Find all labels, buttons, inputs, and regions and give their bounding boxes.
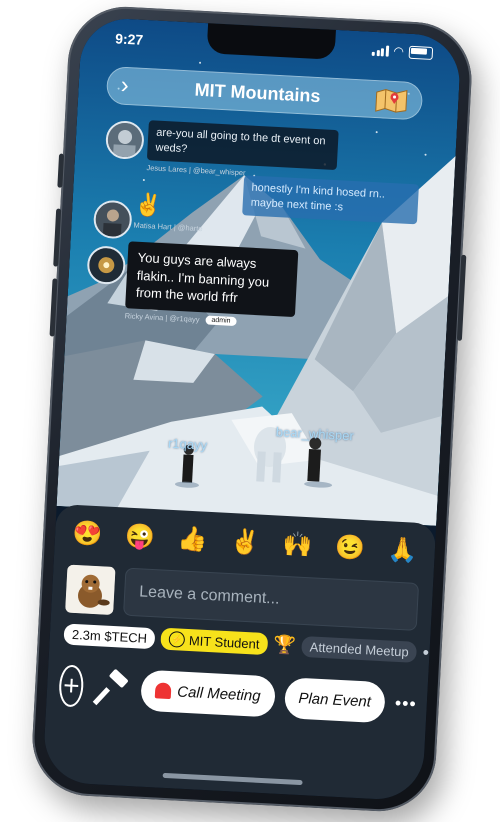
add-button[interactable]: + [58,664,85,708]
attended-meetup-badge[interactable]: Attended Meetup [301,635,418,663]
emoji-reaction-row: 😍 😜 👍 ✌️ 🙌 😉 🙏 [60,518,429,567]
mit-student-badge[interactable]: ⚡ MIT Student [160,627,269,656]
wink-emoji-button[interactable]: 😉 [329,532,371,564]
plan-event-button[interactable]: Plan Event [283,676,386,723]
screen: 9:27 ◠ › MIT Mountains are-you all going… [42,16,462,802]
wifi-icon: ◠ [393,43,405,59]
player-name-r1qayy: r1qayy [167,435,208,453]
home-indicator[interactable] [162,772,303,786]
map-icon[interactable] [374,86,409,114]
trophy-icon: 🏆 [272,633,297,656]
lightning-icon: ⚡ [168,630,186,648]
mit-student-label: MIT Student [188,632,260,652]
battery-icon [408,45,434,60]
call-meeting-label: Call Meeting [176,682,261,705]
pray-emoji-button[interactable]: 🙏 [382,535,424,567]
comment-area [65,564,420,633]
action-row: + Call Meeting Plan Event ••• [58,664,418,725]
chat-message: ✌️ Matisa Hart | @harte [133,192,204,234]
bottom-panel: 😍 😜 👍 ✌️ 🙌 😉 🙏 Leave a comment... 2.3m $… [42,503,445,802]
beaver-avatar[interactable] [65,564,116,616]
comment-input[interactable] [123,567,420,631]
call-meeting-button[interactable]: Call Meeting [140,669,276,718]
chat-message: You guys are always flakin.. I'm banning… [124,241,299,329]
thumbs-up-emoji-button[interactable]: 👍 [172,524,214,556]
phone: 9:27 ◠ › MIT Mountains are-you all going… [29,3,475,815]
raised-hands-emoji-button[interactable]: 🙌 [277,530,319,562]
signal-icon [371,45,389,57]
admin-tag: admin [205,315,237,327]
chevron-right-icon[interactable]: › [120,72,141,101]
heart-eyes-emoji-button[interactable]: 😍 [67,519,109,551]
status-time: 9:27 [114,30,144,48]
peace-emoji-button[interactable]: ✌️ [224,527,266,559]
world-title: MIT Mountains [194,79,322,106]
wink-tongue-emoji-button[interactable]: 😜 [119,521,161,553]
gavel-icon[interactable] [92,668,132,708]
message-emoji: ✌️ [133,191,163,218]
more-actions-button[interactable]: ••• [394,692,417,714]
siren-icon [154,682,172,700]
tech-balance-badge[interactable]: 2.3m $TECH [63,622,156,649]
chat-message: are-you all going to the dt event on wed… [146,120,339,182]
message-bubble: You guys are always flakin.. I'm banning… [125,241,299,317]
